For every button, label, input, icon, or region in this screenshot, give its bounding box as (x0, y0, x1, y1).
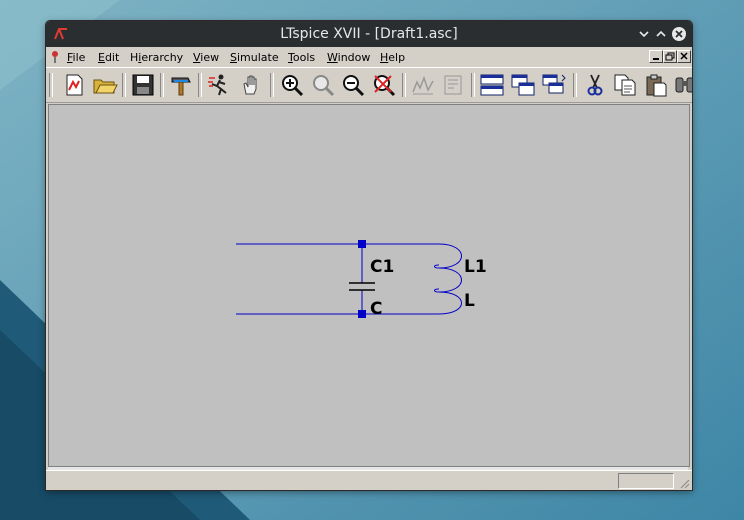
window-title: LTspice XVII - [Draft1.asc] (280, 26, 458, 42)
autorange-icon (412, 75, 434, 95)
toolbar-separator (471, 73, 475, 97)
junction-dot-top (358, 240, 366, 248)
capacitor-ref-label[interactable]: C1 (370, 257, 394, 277)
menu-edit-label: dit (104, 51, 120, 64)
inductor-ref-label[interactable]: L1 (464, 257, 487, 277)
child-minimize-icon (653, 58, 659, 60)
junction-dot-bottom (358, 310, 366, 318)
inductor-coil (438, 243, 462, 315)
cut-scissors-icon[interactable] (582, 72, 608, 98)
menu-tools[interactable]: Tools (288, 51, 315, 64)
maximize-icon[interactable] (653, 26, 669, 42)
menu-edit-mnemonic: E (98, 51, 105, 64)
find-binoculars-icon[interactable] (672, 72, 692, 98)
menu-hierarchy-label: erarchy (141, 51, 184, 64)
zoom-in-icon[interactable] (279, 72, 305, 98)
menu-tools-label: ools (292, 51, 316, 64)
new-schematic-icon[interactable] (61, 72, 87, 98)
control-panel-hammer-icon[interactable] (168, 72, 194, 98)
toolbar-separator (402, 73, 406, 97)
schematic-canvas[interactable]: C1 C L1 L (48, 104, 690, 467)
menu-bar: File Edit Hierarchy View Simulate Tools … (46, 47, 692, 67)
menu-window[interactable]: Window (327, 51, 370, 64)
title-bar[interactable]: LTspice XVII - [Draft1.asc] (46, 21, 692, 47)
menu-edit[interactable]: Edit (98, 51, 119, 64)
child-restore-button[interactable] (663, 50, 677, 63)
menu-help-label: elp (388, 51, 406, 64)
save-icon[interactable] (130, 72, 156, 98)
menu-window-mnemonic: W (327, 51, 338, 64)
document-icon[interactable] (50, 50, 60, 64)
tile-vertical-icon[interactable] (510, 72, 536, 98)
toolbar (46, 67, 692, 103)
tile-horizontal-icon[interactable] (479, 72, 505, 98)
zoom-cancel-icon[interactable] (371, 72, 397, 98)
child-close-button[interactable] (677, 50, 691, 63)
menu-file-label: ile (72, 51, 86, 64)
halt-hand-icon[interactable] (238, 72, 264, 98)
toolbar-separator (49, 73, 53, 97)
toolbar-separator (122, 73, 126, 97)
view-netlist-icon (444, 75, 462, 95)
status-pane (618, 473, 674, 489)
paste-icon[interactable] (643, 72, 669, 98)
toolbar-separator (573, 73, 577, 97)
close-icon[interactable] (671, 26, 687, 42)
inductor-coil-hooks (434, 264, 440, 293)
pan-icon[interactable] (310, 72, 336, 98)
ltspice-window: LTspice XVII - [Draft1.asc] File Edit Hi… (46, 21, 692, 490)
cascade-windows-icon[interactable] (541, 72, 567, 98)
capacitor-value-label[interactable]: C (370, 299, 382, 319)
menu-help[interactable]: Help (380, 51, 405, 64)
toolbar-separator (160, 73, 164, 97)
child-minimize-button[interactable] (649, 50, 663, 63)
menu-simulate-mnemonic: S (230, 51, 237, 64)
menu-simulate[interactable]: Simulate (230, 51, 279, 64)
child-restore-icon (665, 52, 675, 61)
toolbar-separator (198, 73, 202, 97)
copy-icon[interactable] (612, 72, 638, 98)
schematic-drawing (236, 240, 462, 318)
resize-grip-icon[interactable] (678, 477, 690, 489)
menu-view[interactable]: View (193, 51, 219, 64)
open-folder-icon[interactable] (92, 72, 118, 98)
inductor-value-label[interactable]: L (464, 291, 475, 311)
menu-hierarchy[interactable]: Hierarchy (130, 51, 183, 64)
status-bar (46, 470, 692, 490)
menu-file[interactable]: File (67, 51, 85, 64)
menu-view-label: iew (200, 51, 220, 64)
run-icon[interactable] (206, 72, 232, 98)
menu-window-label: indow (337, 51, 371, 64)
toolbar-separator (270, 73, 274, 97)
menu-simulate-label: imulate (236, 51, 279, 64)
child-close-icon (680, 52, 688, 60)
zoom-out-icon[interactable] (340, 72, 366, 98)
minimize-icon[interactable] (636, 26, 652, 42)
